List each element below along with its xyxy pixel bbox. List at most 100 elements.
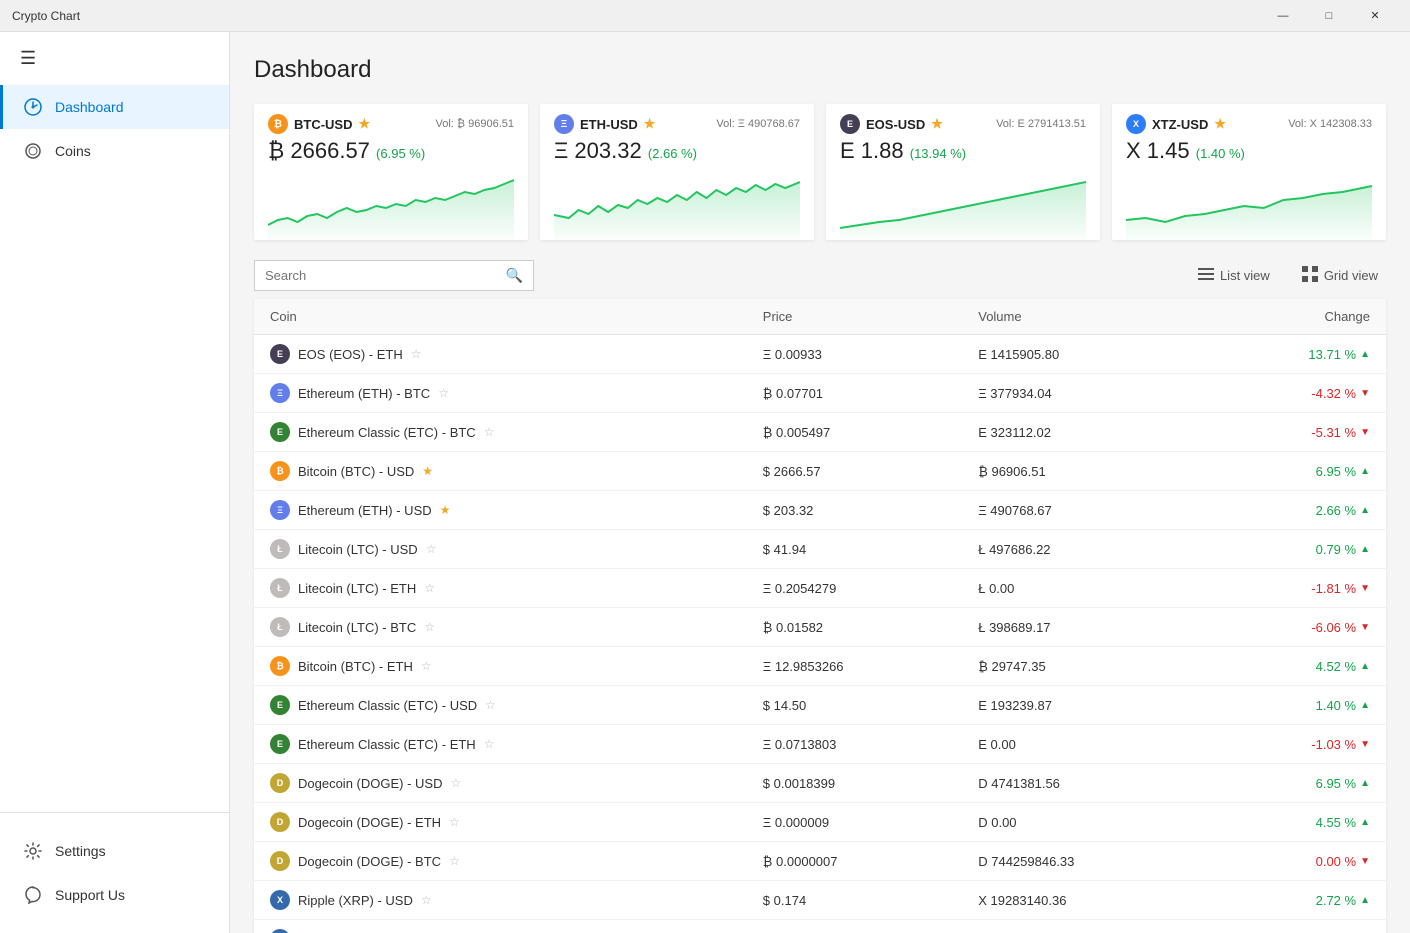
td-price: Ξ 0.000009 xyxy=(747,803,962,842)
star-icon: ☆ xyxy=(421,659,432,673)
card-btc-vol: Vol: ₿ 96906.51 xyxy=(436,118,514,130)
grid-view-button[interactable]: Grid view xyxy=(1294,260,1386,291)
table-row[interactable]: Ł Litecoin (LTC) - USD ☆ $ 41.94 Ł 49768… xyxy=(254,530,1386,569)
star-icon: ★ xyxy=(440,503,451,517)
xtz-icon: X xyxy=(1126,114,1146,134)
arrow-up-icon: ▲ xyxy=(1360,349,1370,360)
td-volume: E 193239.87 xyxy=(962,686,1207,725)
star-icon: ☆ xyxy=(424,581,435,595)
star-icon: ☆ xyxy=(450,776,461,790)
td-coin: E Ethereum Classic (ETC) - USD ☆ xyxy=(254,686,747,725)
card-eth-vol: Vol: Ξ 490768.67 xyxy=(716,118,800,130)
eth-icon: Ξ xyxy=(554,114,574,134)
close-button[interactable]: ✕ xyxy=(1352,0,1398,32)
star-icon: ★ xyxy=(422,464,433,478)
table-row[interactable]: Ł Litecoin (LTC) - ETH ☆ Ξ 0.2054279 Ł 0… xyxy=(254,569,1386,608)
star-icon: ☆ xyxy=(484,425,495,439)
card-btc-usd[interactable]: ₿ BTC-USD ★ Vol: ₿ 96906.51 ₿ 2666.57 (6… xyxy=(254,104,528,240)
window-controls: — □ ✕ xyxy=(1260,0,1398,32)
menu-toggle-button[interactable]: ☰ xyxy=(0,32,229,85)
td-volume: Ξ 377934.04 xyxy=(962,374,1207,413)
table-row[interactable]: D Dogecoin (DOGE) - ETH ☆ Ξ 0.000009 D 0… xyxy=(254,803,1386,842)
sidebar-item-support[interactable]: Support Us xyxy=(0,873,229,917)
td-price: Ξ 12.9853266 xyxy=(747,647,962,686)
arrow-down-icon: ▼ xyxy=(1360,583,1370,594)
table-row[interactable]: Ξ Ethereum (ETH) - BTC ☆ ₿ 0.07701 Ξ 377… xyxy=(254,374,1386,413)
td-price: $ 14.50 xyxy=(747,686,962,725)
td-coin: D Dogecoin (DOGE) - BTC ☆ xyxy=(254,842,747,881)
td-coin: ₿ Bitcoin (BTC) - USD ★ xyxy=(254,452,747,491)
card-xtz-chart xyxy=(1126,170,1372,240)
table-row[interactable]: ₿ Bitcoin (BTC) - ETH ☆ Ξ 12.9853266 ₿ 2… xyxy=(254,647,1386,686)
td-volume: Ł 0.00 xyxy=(962,569,1207,608)
sidebar-item-dashboard[interactable]: Dashboard xyxy=(0,85,229,129)
card-eos-usd[interactable]: E EOS-USD ★ Vol: E 2791413.51 E 1.88 (13… xyxy=(826,104,1100,240)
td-volume: E 0.00 xyxy=(962,725,1207,764)
coin-icon: Ł xyxy=(270,539,290,559)
table-row[interactable]: X Ripple (XRP) - ETH ☆ Ξ 0.0008534 X 0.0… xyxy=(254,920,1386,933)
td-price: $ 203.32 xyxy=(747,491,962,530)
table-row[interactable]: Ł Litecoin (LTC) - BTC ☆ ₿ 0.01582 Ł 398… xyxy=(254,608,1386,647)
coin-icon: E xyxy=(270,344,290,364)
table-row[interactable]: E EOS (EOS) - ETH ☆ Ξ 0.00933 E 1415905.… xyxy=(254,335,1386,374)
td-change: 2.72 % ▲ xyxy=(1207,881,1386,920)
sidebar-item-coins[interactable]: Coins xyxy=(0,129,229,173)
maximize-button[interactable]: □ xyxy=(1306,0,1352,32)
td-volume: Ξ 490768.67 xyxy=(962,491,1207,530)
grid-view-icon xyxy=(1302,266,1318,285)
col-header-price: Price xyxy=(747,299,962,335)
sidebar-item-dashboard-label: Dashboard xyxy=(55,99,124,115)
search-input[interactable] xyxy=(265,268,498,283)
titlebar: Crypto Chart — □ ✕ xyxy=(0,0,1410,32)
table-row[interactable]: D Dogecoin (DOGE) - USD ☆ $ 0.0018399 D … xyxy=(254,764,1386,803)
coins-icon xyxy=(23,141,43,161)
card-xtz-star: ★ xyxy=(1214,116,1226,132)
coin-icon: Ł xyxy=(270,617,290,637)
coin-name: Litecoin (LTC) - BTC xyxy=(298,620,416,635)
td-coin: Ł Litecoin (LTC) - ETH ☆ xyxy=(254,569,747,608)
sidebar-item-settings-label: Settings xyxy=(55,843,106,859)
td-price: ₿ 0.0000007 xyxy=(747,842,962,881)
coin-name: Ethereum (ETH) - BTC xyxy=(298,386,430,401)
td-change: 1.40 % ▲ xyxy=(1207,686,1386,725)
arrow-down-icon: ▼ xyxy=(1360,856,1370,867)
td-change: 6.95 % ▲ xyxy=(1207,452,1386,491)
table-row[interactable]: X Ripple (XRP) - USD ☆ $ 0.174 X 1928314… xyxy=(254,881,1386,920)
card-xtz-usd[interactable]: X XTZ-USD ★ Vol: X 142308.33 X 1.45 (1.4… xyxy=(1112,104,1386,240)
sidebar-item-settings[interactable]: Settings xyxy=(0,829,229,873)
card-eth-star: ★ xyxy=(644,116,656,132)
table-row[interactable]: E Ethereum Classic (ETC) - BTC ☆ ₿ 0.005… xyxy=(254,413,1386,452)
star-icon: ☆ xyxy=(426,542,437,556)
coin-name: EOS (EOS) - ETH xyxy=(298,347,403,362)
arrow-down-icon: ▼ xyxy=(1360,388,1370,399)
td-coin: X Ripple (XRP) - USD ☆ xyxy=(254,881,747,920)
table-row[interactable]: E Ethereum Classic (ETC) - USD ☆ $ 14.50… xyxy=(254,686,1386,725)
td-change: 6.95 % ▲ xyxy=(1207,764,1386,803)
table-row[interactable]: E Ethereum Classic (ETC) - ETH ☆ Ξ 0.071… xyxy=(254,725,1386,764)
table-row[interactable]: D Dogecoin (DOGE) - BTC ☆ ₿ 0.0000007 D … xyxy=(254,842,1386,881)
card-btc-star: ★ xyxy=(359,116,371,132)
minimize-button[interactable]: — xyxy=(1260,0,1306,32)
grid-view-label: Grid view xyxy=(1324,268,1378,283)
arrow-up-icon: ▲ xyxy=(1360,778,1370,789)
td-coin: Ł Litecoin (LTC) - BTC ☆ xyxy=(254,608,747,647)
sidebar-item-coins-label: Coins xyxy=(55,143,91,159)
table-row[interactable]: ₿ Bitcoin (BTC) - USD ★ $ 2666.57 ₿ 9690… xyxy=(254,452,1386,491)
card-btc-chart xyxy=(268,170,514,240)
card-eos-chart xyxy=(840,170,1086,240)
td-price: $ 2666.57 xyxy=(747,452,962,491)
td-volume: E 1415905.80 xyxy=(962,335,1207,374)
btc-icon: ₿ xyxy=(268,114,288,134)
td-price: ₿ 0.01582 xyxy=(747,608,962,647)
coin-icon: D xyxy=(270,812,290,832)
table-row[interactable]: Ξ Ethereum (ETH) - USD ★ $ 203.32 Ξ 4907… xyxy=(254,491,1386,530)
td-coin: X Ripple (XRP) - ETH ☆ xyxy=(254,920,747,933)
list-view-button[interactable]: List view xyxy=(1190,260,1278,291)
card-eth-usd[interactable]: Ξ ETH-USD ★ Vol: Ξ 490768.67 Ξ 203.32 (2… xyxy=(540,104,814,240)
card-eth-price: Ξ 203.32 (2.66 %) xyxy=(554,138,800,164)
td-coin: E EOS (EOS) - ETH ☆ xyxy=(254,335,747,374)
coin-icon: D xyxy=(270,851,290,871)
td-volume: D 744259846.33 xyxy=(962,842,1207,881)
coin-name: Litecoin (LTC) - ETH xyxy=(298,581,416,596)
td-change: -1.03 % ▼ xyxy=(1207,725,1386,764)
